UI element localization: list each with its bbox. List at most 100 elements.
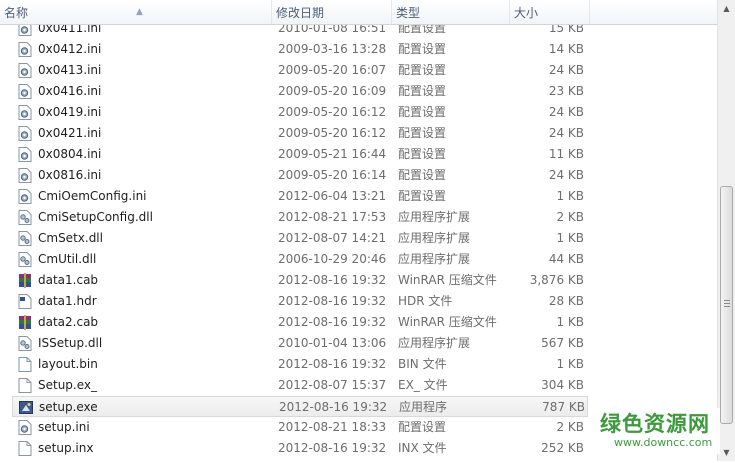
dll-file-icon-graphic <box>18 210 32 225</box>
file-modified-date: 2012-08-16 19:32 <box>279 400 388 414</box>
file-name: CmiSetupConfig.dll <box>38 210 153 224</box>
sort-ascending-icon: ▲ <box>136 7 143 17</box>
file-modified-date: 2009-05-20 16:09 <box>278 84 387 98</box>
file-name: Setup.ex_ <box>38 378 98 392</box>
file-type: 配置设置 <box>398 168 447 182</box>
ini-settings-icon <box>18 63 32 78</box>
file-size: 24 KB <box>548 126 584 140</box>
column-header-date[interactable]: 修改日期 <box>272 0 392 24</box>
file-name: 0x0413.ini <box>38 63 102 77</box>
ini-settings-icon <box>18 84 32 99</box>
column-header-type[interactable]: 类型 <box>392 0 510 24</box>
file-type: 配置设置 <box>398 420 447 434</box>
file-type: 配置设置 <box>398 189 447 203</box>
column-header-name-label: 名称 <box>4 6 29 20</box>
column-header-size-label: 大小 <box>514 6 539 20</box>
file-row[interactable]: data1.hdr 2012-08-16 19:32 HDR 文件 28 KB <box>0 291 717 312</box>
file-name: 0x0412.ini <box>38 42 102 56</box>
ini-settings-icon <box>18 126 32 141</box>
ini-settings-icon-graphic <box>18 126 32 141</box>
file-row[interactable]: setup.exe 2012-08-16 19:32 应用程序 787 KB <box>12 396 588 417</box>
dll-file-icon <box>18 252 32 267</box>
file-size: 2 KB <box>556 420 584 434</box>
ini-settings-icon <box>18 147 32 162</box>
blank-file-icon <box>18 441 32 456</box>
file-type: 应用程序扩展 <box>398 252 471 266</box>
file-modified-date: 2009-05-20 16:12 <box>278 126 387 140</box>
winrar-archive-icon <box>18 273 32 288</box>
blank-file-icon-graphic <box>18 357 32 372</box>
file-modified-date: 2010-01-04 13:06 <box>278 336 387 350</box>
ini-settings-icon-graphic <box>18 189 32 204</box>
file-modified-date: 2012-08-21 18:33 <box>278 420 387 434</box>
grip-line <box>724 306 730 307</box>
file-row[interactable]: Setup.ex_ 2012-08-07 15:37 EX_ 文件 304 KB <box>0 375 717 396</box>
file-size: 28 KB <box>548 294 584 308</box>
file-type: 应用程序 <box>399 400 448 414</box>
file-modified-date: 2012-08-16 19:32 <box>278 315 387 329</box>
file-row[interactable]: data1.cab 2012-08-16 19:32 WinRAR 压缩文件 3,87… <box>0 270 717 291</box>
file-name: setup.ini <box>38 420 90 434</box>
file-name: 0x0816.ini <box>38 168 102 182</box>
file-size: 3,876 KB <box>529 273 584 287</box>
file-type: BIN 文件 <box>398 357 447 371</box>
ini-settings-icon-graphic <box>18 84 32 99</box>
file-type: 应用程序扩展 <box>398 336 471 350</box>
file-size: 14 KB <box>548 42 584 56</box>
dll-file-icon <box>18 336 32 351</box>
file-modified-date: 2012-08-16 19:32 <box>278 273 387 287</box>
ini-settings-icon <box>18 420 32 435</box>
vertical-scrollbar[interactable]: ▲ ▼ <box>717 0 735 461</box>
file-size: 252 KB <box>541 441 584 455</box>
scroll-down-arrow-icon[interactable]: ▼ <box>718 444 735 461</box>
file-row[interactable]: 0x0419.ini 2009-05-20 16:12 配置设置 24 KB <box>0 102 717 123</box>
file-size: 44 KB <box>548 252 584 266</box>
file-size: 304 KB <box>541 378 584 392</box>
file-type: WinRAR 压缩文件 <box>398 273 497 287</box>
file-modified-date: 2012-06-04 13:21 <box>278 189 387 203</box>
file-row[interactable]: 0x0413.ini 2009-05-20 16:07 配置设置 24 KB <box>0 60 717 81</box>
file-row[interactable]: data2.cab 2012-08-16 19:32 WinRAR 压缩文件 1 KB <box>0 312 717 333</box>
file-name: layout.bin <box>38 357 98 371</box>
file-row[interactable]: 0x0416.ini 2009-05-20 16:09 配置设置 23 KB <box>0 81 717 102</box>
hdr-file-icon-graphic <box>18 294 32 309</box>
file-size: 2 KB <box>556 210 584 224</box>
file-row[interactable]: CmUtil.dll 2006-10-29 20:46 应用程序扩展 44 KB <box>0 249 717 270</box>
file-row[interactable]: CmSetx.dll 2012-08-07 14:21 应用程序扩展 1 KB <box>0 228 717 249</box>
file-name: data2.cab <box>38 315 99 329</box>
file-type: 配置设置 <box>398 63 447 77</box>
file-modified-date: 2012-08-07 14:21 <box>278 231 387 245</box>
file-size: 787 KB <box>542 400 585 414</box>
file-name: 0x0416.ini <box>38 84 102 98</box>
file-modified-date: 2012-08-07 15:37 <box>278 378 387 392</box>
file-row[interactable]: 0x0412.ini 2009-03-16 13:28 配置设置 14 KB <box>0 39 717 60</box>
scroll-up-arrow-icon[interactable]: ▲ <box>718 0 735 17</box>
file-row[interactable]: ISSetup.dll 2010-01-04 13:06 应用程序扩展 567 KB <box>0 333 717 354</box>
dll-file-icon <box>18 210 32 225</box>
file-size: 1 KB <box>556 315 584 329</box>
file-name: data1.cab <box>38 273 99 287</box>
file-size: 1 KB <box>556 357 584 371</box>
blank-file-icon-graphic <box>18 441 32 456</box>
grip-line <box>724 303 730 304</box>
file-row[interactable]: 0x0804.ini 2009-05-21 16:44 配置设置 11 KB <box>0 144 717 165</box>
file-type: 应用程序扩展 <box>398 231 471 245</box>
file-type: INX 文件 <box>398 441 447 455</box>
watermark: 绿色资源网 www.downcc.com <box>596 408 720 454</box>
blank-file-icon-graphic <box>18 378 32 393</box>
file-row[interactable]: 0x0421.ini 2009-05-20 16:12 配置设置 24 KB <box>0 123 717 144</box>
blank-file-icon <box>18 378 32 393</box>
file-name: CmUtil.dll <box>38 252 97 266</box>
ini-settings-icon-graphic <box>18 42 32 57</box>
file-row[interactable]: CmiOemConfig.ini 2012-06-04 13:21 配置设置 1 KB <box>0 186 717 207</box>
file-modified-date: 2012-08-21 17:53 <box>278 210 387 224</box>
column-header-size[interactable]: 大小 <box>510 0 590 24</box>
column-header-name[interactable]: 名称 ▲ <box>0 0 272 24</box>
file-modified-date: 2012-08-16 19:32 <box>278 294 387 308</box>
dll-file-icon-graphic <box>18 336 32 351</box>
file-row[interactable]: CmiSetupConfig.dll 2012-08-21 17:53 应用程序扩展… <box>0 207 717 228</box>
scrollbar-thumb[interactable] <box>720 186 733 424</box>
file-row[interactable]: 0x0816.ini 2009-05-20 16:14 配置设置 24 KB <box>0 165 717 186</box>
winrar-archive-icon-graphic <box>19 273 31 288</box>
file-row[interactable]: layout.bin 2012-08-16 19:32 BIN 文件 1 KB <box>0 354 717 375</box>
